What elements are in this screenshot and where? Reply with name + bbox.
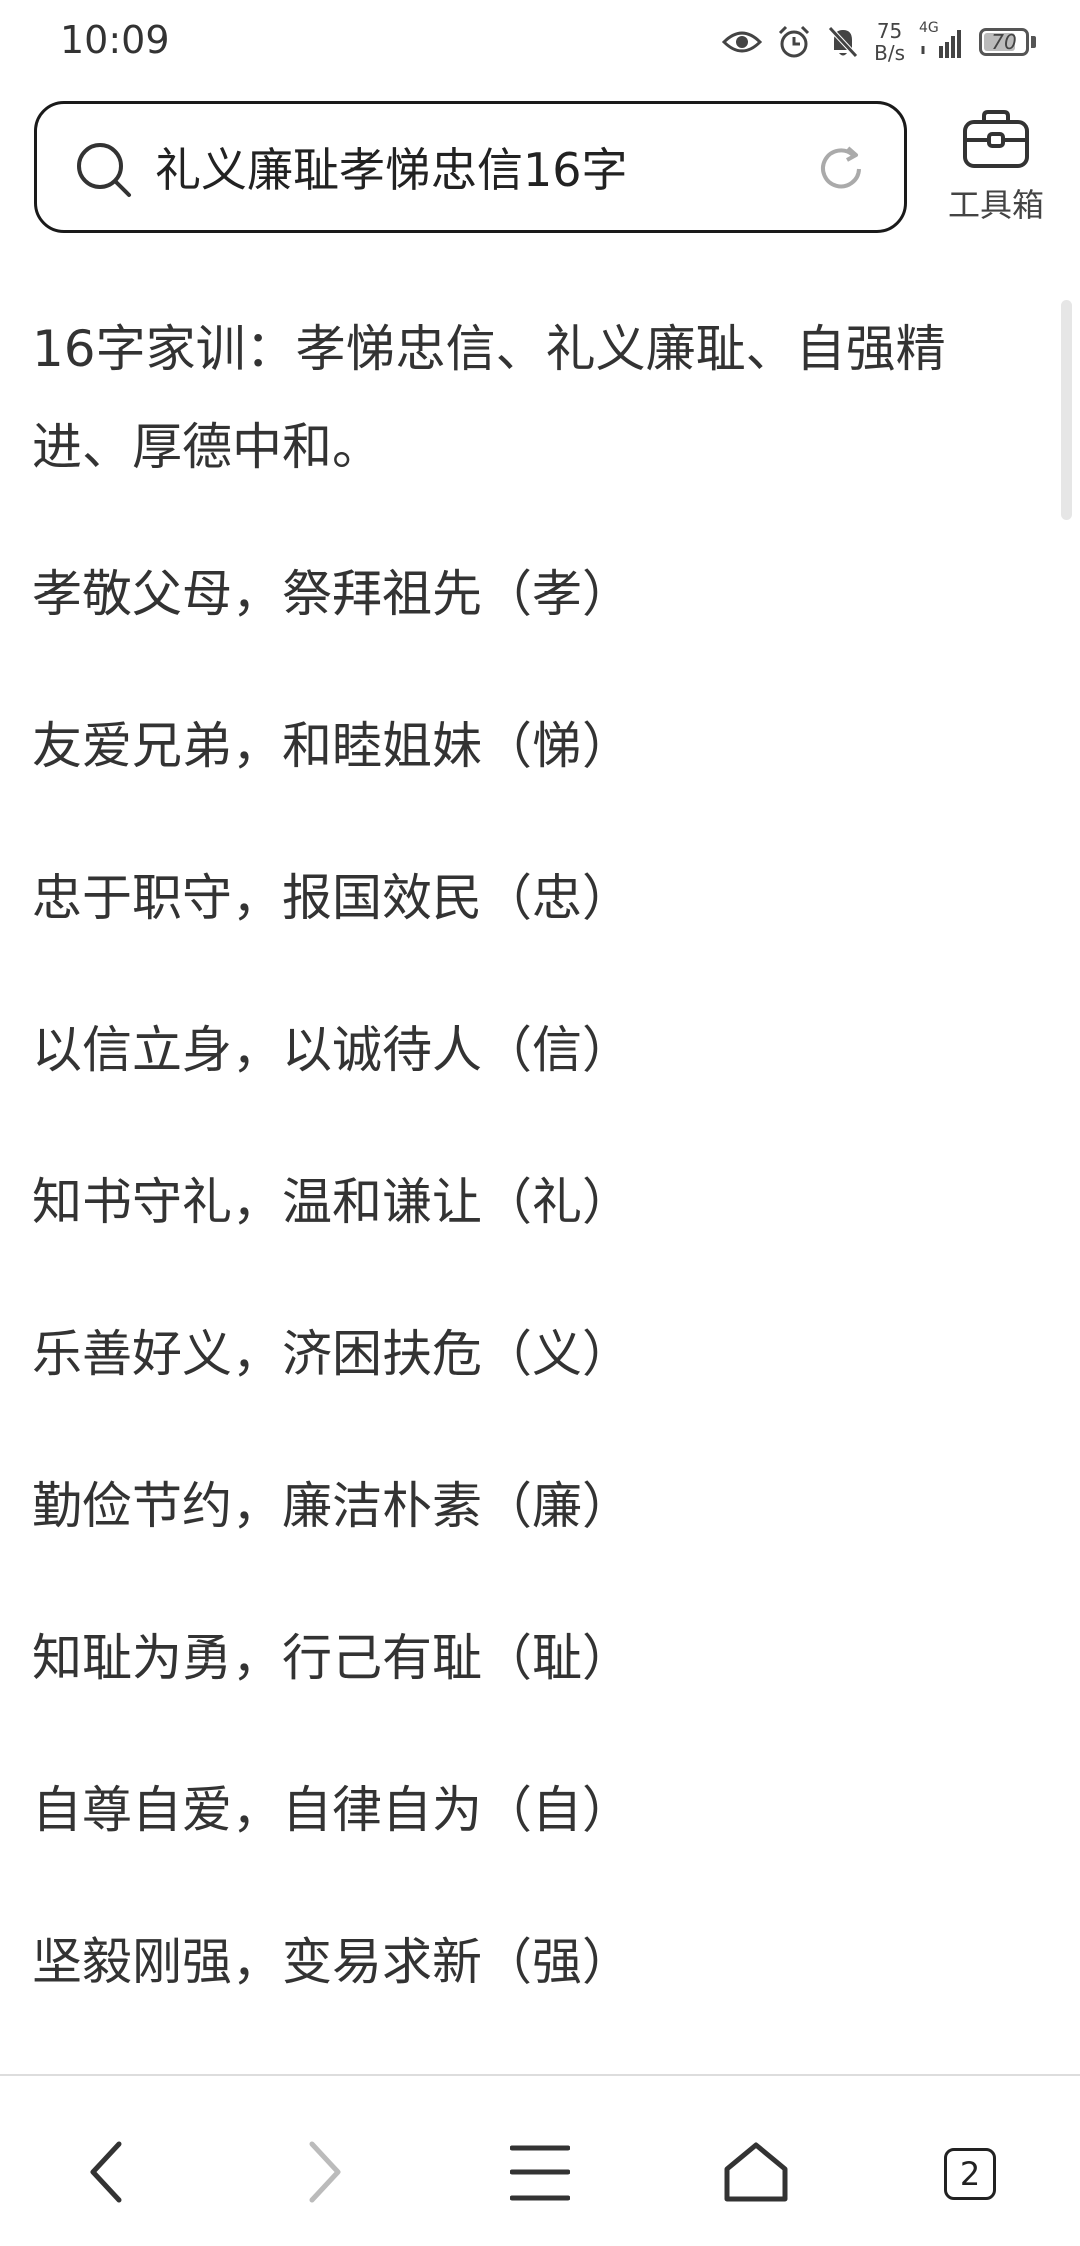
home-button[interactable]	[706, 2124, 806, 2224]
toolbox-label: 工具箱	[947, 186, 1044, 224]
list-item: 以信立身，以诚待人（信）	[32, 1021, 632, 1079]
tabs-count: 2	[959, 2155, 981, 2193]
refresh-icon[interactable]	[814, 142, 868, 200]
mute-icon	[826, 24, 860, 60]
list-item: 知耻为勇，行己有耻（耻）	[32, 1629, 632, 1687]
home-icon	[723, 2141, 789, 2207]
search-query[interactable]: 礼义廉耻孝悌忠信16字	[155, 134, 628, 200]
forward-button[interactable]	[274, 2124, 374, 2224]
net-speed-unit: B/s	[874, 41, 905, 65]
toolbox-button[interactable]: 工具箱	[940, 108, 1052, 226]
list-item: 友爱兄弟，和睦姐妹（悌）	[32, 717, 632, 775]
signal-icon: 4G	[919, 20, 965, 60]
back-icon	[87, 2140, 127, 2208]
search-bar[interactable]: 礼义廉耻孝悌忠信16字	[34, 101, 907, 233]
intro-text: 16字家训：孝悌忠信、礼义廉耻、自强精进、厚德中和。	[32, 320, 946, 476]
menu-button[interactable]	[490, 2124, 590, 2224]
eye-icon	[722, 28, 763, 56]
alarm-icon	[776, 24, 812, 60]
search-icon	[75, 141, 133, 203]
list-item: 自尊自爱，自律自为（自）	[32, 1781, 632, 1839]
back-button[interactable]	[57, 2124, 157, 2224]
battery-icon: 70	[979, 28, 1036, 56]
forward-icon	[304, 2140, 344, 2208]
tabs-button[interactable]: 2	[920, 2124, 1020, 2224]
list-item: 孝敬父母，祭拜祖先（孝）	[32, 565, 632, 623]
scrollbar[interactable]	[1061, 300, 1072, 520]
tabs-icon: 2	[944, 2148, 996, 2200]
list-item: 知书守礼，温和谦让（礼）	[32, 1173, 632, 1231]
net-speed-value: 75	[876, 19, 903, 43]
status-time: 10:09	[60, 18, 170, 62]
content-list: 孝敬父母，祭拜祖先（孝） 友爱兄弟，和睦姐妹（悌） 忠于职守，报国效民（忠） 以…	[32, 518, 1032, 2038]
list-item: 勤俭节约，廉洁朴素（廉）	[32, 1477, 632, 1535]
list-item: 乐善好义，济困扶危（义）	[32, 1325, 632, 1383]
toolbox-icon	[940, 108, 1052, 174]
network-type: 4G	[919, 20, 939, 36]
bottom-nav: 2	[0, 2074, 1080, 2246]
status-icons: 75 B/s 4G 70	[722, 14, 1036, 70]
article-content: 16字家训：孝悌忠信、礼义廉耻、自强精进、厚德中和。 孝敬父母，祭拜祖先（孝） …	[32, 300, 1032, 2038]
net-speed: 75 B/s	[874, 20, 905, 64]
menu-icon	[509, 2142, 571, 2206]
status-bar: 10:09 75 B/s 4G 70	[0, 0, 1080, 84]
list-item: 坚毅刚强，变易求新（强）	[32, 1933, 632, 1991]
battery-level: 70	[991, 30, 1017, 54]
list-item: 忠于职守，报国效民（忠）	[32, 869, 632, 927]
